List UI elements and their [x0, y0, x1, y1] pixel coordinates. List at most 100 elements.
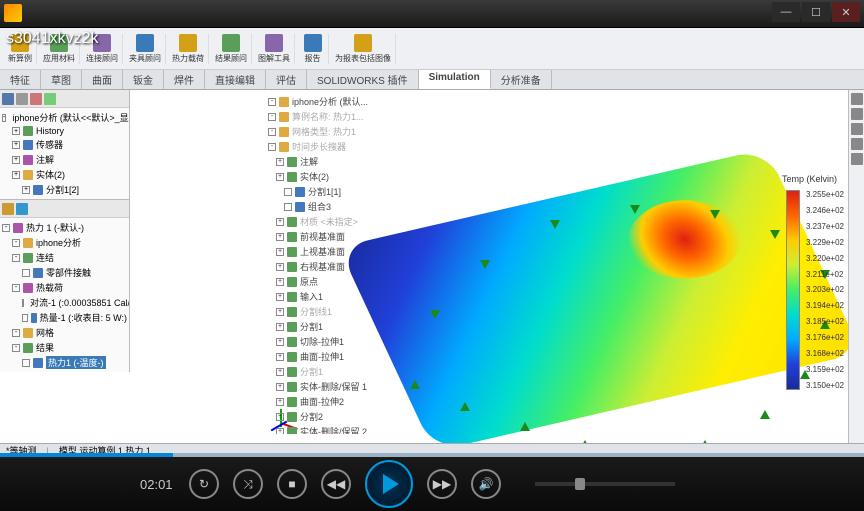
- tab-直接编辑[interactable]: 直接编辑: [205, 70, 266, 89]
- flyout-item[interactable]: +分割线1: [266, 304, 394, 319]
- color-legend: Temp (Kelvin) 3.255e+023.246e+023.237e+0…: [786, 190, 844, 390]
- ribbon-label: 图解工具: [258, 53, 290, 64]
- flyout-item[interactable]: -网格类型: 热力1: [266, 124, 394, 139]
- ribbon-label: 应用材料: [43, 53, 75, 64]
- feature-item[interactable]: +实体(2): [2, 167, 127, 182]
- study-item[interactable]: -结果: [2, 340, 127, 355]
- include-img-icon: [354, 34, 372, 52]
- flyout-item[interactable]: +输入1: [266, 289, 394, 304]
- volume-button[interactable]: 🔊: [471, 469, 501, 499]
- tab-曲面[interactable]: 曲面: [82, 70, 123, 89]
- ribbon-label: 报告: [305, 53, 321, 64]
- study-item[interactable]: 对流-1 (:0.00035851 Cal/(s.cm...: [2, 295, 127, 310]
- ribbon-fixture[interactable]: 夹具顾问: [125, 34, 166, 64]
- flyout-item[interactable]: 组合3: [266, 199, 394, 214]
- ribbon-label: 夹具顾问: [129, 53, 161, 64]
- legend-tick: 3.176e+02: [806, 333, 844, 342]
- study-item[interactable]: 热量-1 (:收表目: 5 W:): [2, 310, 127, 325]
- flyout-item[interactable]: +曲面-拉伸2: [266, 394, 394, 409]
- feature-root[interactable]: iphone分析 (默认<<默认>_显示状...: [12, 111, 130, 124]
- legend-tick: 3.246e+02: [806, 206, 844, 215]
- player-logo-icon: [4, 4, 22, 22]
- ribbon-plot-tools[interactable]: 图解工具: [254, 34, 295, 64]
- flyout-item[interactable]: -算例名称: 热力1...: [266, 109, 394, 124]
- flyout-item[interactable]: +分割1: [266, 364, 394, 379]
- flyout-item[interactable]: +实体(2): [266, 169, 394, 184]
- close-button[interactable]: ✕: [832, 2, 860, 22]
- prev-button[interactable]: ◀◀: [321, 469, 351, 499]
- play-button[interactable]: [365, 460, 413, 508]
- ribbon-label: 热力载荷: [172, 53, 204, 64]
- stop-button[interactable]: ■: [277, 469, 307, 499]
- window-chrome: — ☐ ✕: [0, 0, 864, 28]
- feature-item[interactable]: +History: [2, 125, 127, 137]
- legend-tick: 3.150e+02: [806, 381, 844, 390]
- study-item[interactable]: -iphone分析: [2, 235, 127, 250]
- overlay-id: s3041xkvz2k: [6, 30, 99, 48]
- flyout-item[interactable]: +材质 <未指定>: [266, 214, 394, 229]
- flyout-item[interactable]: +原点: [266, 274, 394, 289]
- tab-草图[interactable]: 草图: [41, 70, 82, 89]
- tab-分析准备[interactable]: 分析准备: [491, 70, 552, 89]
- graphics-viewport[interactable]: -iphone分析 (默认...-算例名称: 热力1...-网格类型: 热力1-…: [130, 90, 864, 443]
- flyout-item[interactable]: +实体-删除/保留 1: [266, 379, 394, 394]
- study-item[interactable]: 零部件接触: [2, 265, 127, 280]
- legend-tick: 3.237e+02: [806, 222, 844, 231]
- legend-tick: 3.185e+02: [806, 317, 844, 326]
- legend-title: Temp (Kelvin): [782, 174, 837, 184]
- plot-tools-icon: [265, 34, 283, 52]
- tab-评估[interactable]: 评估: [266, 70, 307, 89]
- study-item[interactable]: -网格: [2, 325, 127, 340]
- flyout-item[interactable]: +注解: [266, 154, 394, 169]
- tab-simulation[interactable]: Simulation: [419, 70, 491, 89]
- legend-tick: 3.220e+02: [806, 254, 844, 263]
- ribbon-report[interactable]: 报告: [297, 34, 329, 64]
- feature-item[interactable]: +注解: [2, 152, 127, 167]
- playback-bar: 02:01 ↻ ⤨ ■ ◀◀ ▶▶ 🔊: [0, 457, 864, 511]
- ribbon-thermal[interactable]: 热力载荷: [168, 34, 209, 64]
- ribbon-label: 连接顾问: [86, 53, 118, 64]
- study-tree-pane: -热力 1 (-默认-) -iphone分析-连结零部件接触-热载荷对流-1 (…: [0, 199, 130, 372]
- flyout-item[interactable]: -时间步长搜器: [266, 139, 394, 154]
- flyout-feature-tree[interactable]: -iphone分析 (默认...-算例名称: 热力1...-网格类型: 热力1-…: [266, 94, 394, 434]
- tab-焊件[interactable]: 焊件: [164, 70, 205, 89]
- task-pane-bar[interactable]: [848, 90, 864, 443]
- ribbon: 新算例应用材料连接顾问夹具顾问热力载荷结果顾问图解工具 报告 为报表包括图像: [0, 28, 864, 70]
- ribbon-label: 为报表包括图像: [335, 53, 391, 64]
- model-render: [370, 150, 820, 470]
- flyout-item[interactable]: +曲面-拉伸1: [266, 349, 394, 364]
- legend-tick: 3.159e+02: [806, 365, 844, 374]
- results-icon: [222, 34, 240, 52]
- tab-钣金[interactable]: 钣金: [123, 70, 164, 89]
- study-item[interactable]: 热力1 (-温度-): [2, 355, 127, 370]
- flyout-item[interactable]: -iphone分析 (默认...: [266, 94, 394, 109]
- maximize-button[interactable]: ☐: [802, 2, 830, 22]
- flyout-item[interactable]: +分割1: [266, 319, 394, 334]
- feature-item[interactable]: +传感器: [2, 137, 127, 152]
- legend-tick: 3.194e+02: [806, 301, 844, 310]
- study-root[interactable]: 热力 1 (-默认-): [26, 221, 84, 234]
- ribbon-label: 新算例: [8, 53, 32, 64]
- loop-button[interactable]: ↻: [189, 469, 219, 499]
- feature-manager-pane: -iphone分析 (默认<<默认>_显示状... +History+传感器+注…: [0, 90, 130, 199]
- shuffle-button[interactable]: ⤨: [233, 469, 263, 499]
- flyout-item[interactable]: +分割2: [266, 409, 394, 424]
- fixture-icon: [136, 34, 154, 52]
- study-item[interactable]: -连结: [2, 250, 127, 265]
- flyout-item[interactable]: +前视基准面: [266, 229, 394, 244]
- flyout-item[interactable]: +切除-拉伸1: [266, 334, 394, 349]
- minimize-button[interactable]: —: [772, 2, 800, 22]
- ribbon-label: 结果顾问: [215, 53, 247, 64]
- feature-item[interactable]: +分割1[2]: [2, 182, 127, 197]
- flyout-item[interactable]: +右视基准面: [266, 259, 394, 274]
- flyout-item[interactable]: 分割1[1]: [266, 184, 394, 199]
- next-button[interactable]: ▶▶: [427, 469, 457, 499]
- flyout-item[interactable]: +上视基准面: [266, 244, 394, 259]
- tab-solidworks 插件[interactable]: SOLIDWORKS 插件: [307, 70, 419, 89]
- flyout-item[interactable]: +实体-删除/保留 2: [266, 424, 394, 434]
- ribbon-results[interactable]: 结果顾问: [211, 34, 252, 64]
- volume-slider[interactable]: [535, 482, 675, 486]
- tab-特征[interactable]: 特征: [0, 70, 41, 89]
- study-item[interactable]: -热载荷: [2, 280, 127, 295]
- ribbon-include-img[interactable]: 为报表包括图像: [331, 34, 396, 64]
